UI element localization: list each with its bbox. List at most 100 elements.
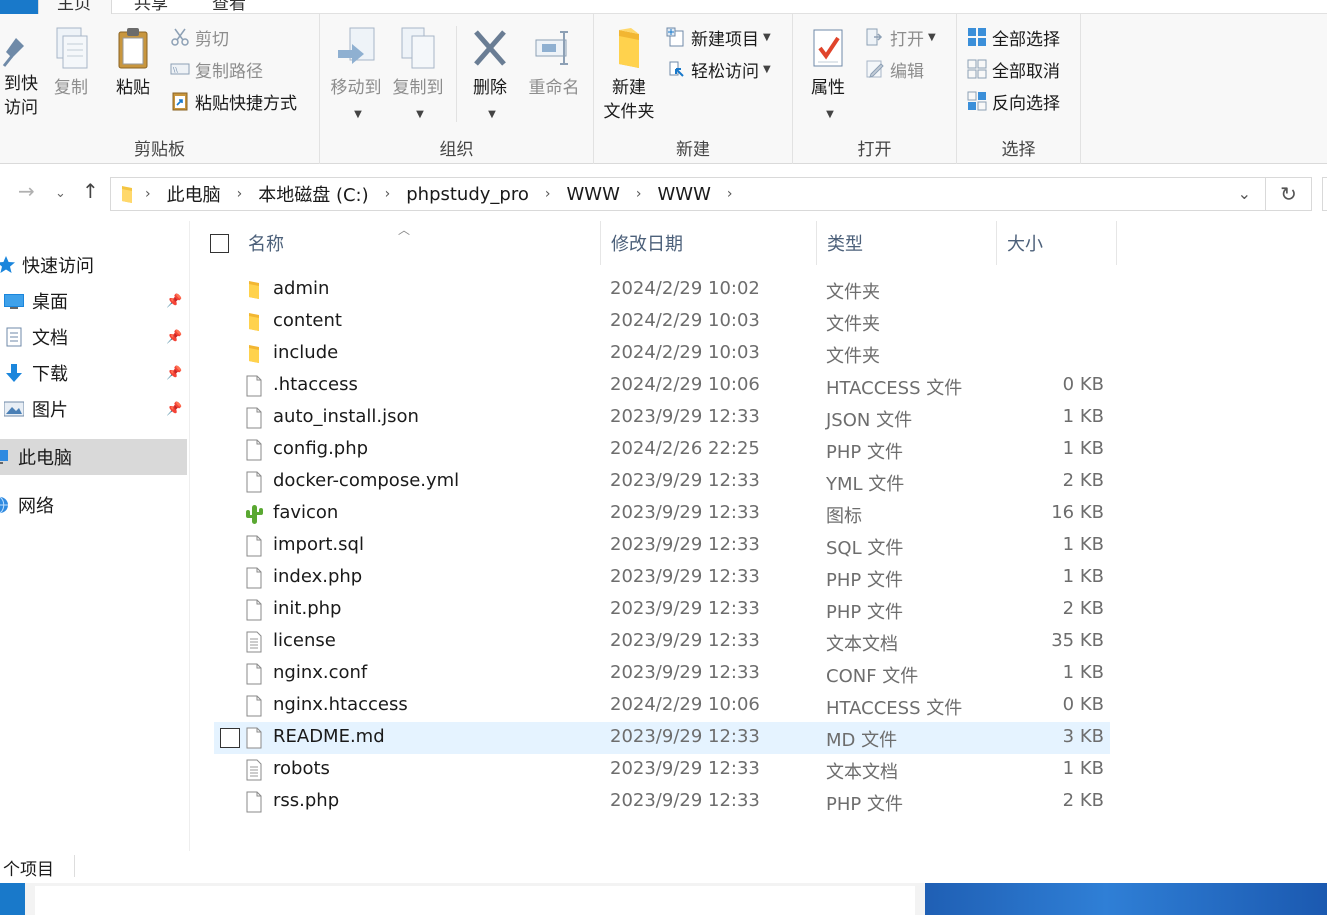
- recent-locations-chevron-icon[interactable]: ⌄: [55, 186, 66, 201]
- forward-arrow-icon[interactable]: →: [18, 179, 35, 203]
- pin-icon[interactable]: 📌: [166, 294, 182, 309]
- select-all-button[interactable]: 全部选择: [967, 24, 1060, 50]
- search-box[interactable]: [1322, 177, 1327, 211]
- address-bar[interactable]: › 此电脑 › 本地磁盘 (C:) › phpstudy_pro › WWW ›…: [110, 177, 1266, 211]
- column-type-label: 类型: [827, 234, 863, 255]
- paste-shortcut-button[interactable]: 粘贴快捷方式: [170, 88, 297, 114]
- delete-button[interactable]: 删除 ▼: [462, 26, 518, 127]
- nav-quick-access[interactable]: 快速访问: [0, 247, 187, 283]
- cut-button[interactable]: 剪切: [170, 24, 229, 50]
- properties-button[interactable]: 属性 ▼: [803, 26, 853, 127]
- column-header-date[interactable]: 修改日期: [601, 221, 817, 265]
- breadcrumb-this-pc[interactable]: 此电脑: [167, 181, 221, 207]
- breadcrumb-separator-icon[interactable]: ›: [145, 186, 151, 202]
- breadcrumb-phpstudy-pro[interactable]: phpstudy_pro: [406, 184, 529, 205]
- table-row[interactable]: .htaccess 2024/2/29 10:06 HTACCESS 文件 0 KB: [214, 370, 1110, 402]
- tab-file[interactable]: [0, 0, 38, 14]
- file-name-config-php[interactable]: config.php: [273, 438, 368, 459]
- table-row[interactable]: include 2024/2/29 10:03 文件夹: [214, 338, 1110, 370]
- file-name-admin[interactable]: admin: [273, 278, 329, 299]
- up-arrow-icon[interactable]: ↑: [82, 179, 99, 203]
- nav-desktop[interactable]: 桌面 📌: [0, 283, 187, 319]
- file-name-readme-md[interactable]: README.md: [273, 726, 385, 747]
- easy-access-button[interactable]: 轻松访问 ▼: [666, 56, 771, 82]
- file-name-nginx-htaccess[interactable]: nginx.htaccess: [273, 694, 408, 715]
- table-row[interactable]: README.md 2023/9/29 12:33 MD 文件 3 KB: [214, 722, 1110, 754]
- file-name-favicon[interactable]: favicon: [273, 502, 338, 523]
- table-row[interactable]: init.php 2023/9/29 12:33 PHP 文件 2 KB: [214, 594, 1110, 626]
- tab-view[interactable]: 查看: [212, 0, 246, 14]
- breadcrumb-separator-icon[interactable]: ›: [636, 186, 642, 202]
- pin-to-quick-access-button[interactable]: 到快 访问: [0, 32, 42, 120]
- tab-home[interactable]: 主页: [38, 0, 112, 15]
- pin-icon[interactable]: 📌: [166, 402, 182, 417]
- table-row[interactable]: auto_install.json 2023/9/29 12:33 JSON 文件 1…: [214, 402, 1110, 434]
- table-row[interactable]: index.php 2023/9/29 12:33 PHP 文件 1 KB: [214, 562, 1110, 594]
- invert-selection-button[interactable]: 反向选择: [967, 88, 1060, 114]
- table-row[interactable]: nginx.conf 2023/9/29 12:33 CONF 文件 1 KB: [214, 658, 1110, 690]
- new-item-label: 新建项目: [691, 29, 759, 50]
- table-row[interactable]: nginx.htaccess 2024/2/29 10:06 HTACCESS 文件…: [214, 690, 1110, 722]
- address-dropdown-chevron-icon[interactable]: ⌄: [1238, 184, 1251, 203]
- file-name-auto-install-json[interactable]: auto_install.json: [273, 406, 419, 427]
- open-button[interactable]: 打开 ▼: [865, 24, 936, 50]
- breadcrumb-separator-icon[interactable]: ›: [237, 186, 243, 202]
- refresh-button[interactable]: ↻: [1266, 177, 1312, 211]
- breadcrumb-separator-icon[interactable]: ›: [727, 186, 733, 202]
- file-name-htaccess[interactable]: .htaccess: [273, 374, 358, 395]
- breadcrumb-separator-icon[interactable]: ›: [385, 186, 391, 202]
- file-name-import-sql[interactable]: import.sql: [273, 534, 364, 555]
- nav-this-pc[interactable]: 此电脑: [0, 439, 187, 475]
- copy-path-button[interactable]: \\ 复制路径: [170, 56, 263, 82]
- table-row[interactable]: favicon 2023/9/29 12:33 图标 16 KB: [214, 498, 1110, 530]
- column-header-name[interactable]: 名称: [238, 221, 601, 265]
- paste-button[interactable]: 粘贴: [110, 26, 156, 100]
- breadcrumb-www[interactable]: WWW: [566, 184, 619, 205]
- file-date: 2023/9/29 12:33: [610, 502, 760, 523]
- breadcrumb-local-disk[interactable]: 本地磁盘 (C:): [258, 181, 368, 207]
- select-none-button[interactable]: 全部取消: [967, 56, 1060, 82]
- file-name-rss-php[interactable]: rss.php: [273, 790, 339, 811]
- table-row[interactable]: config.php 2024/2/26 22:25 PHP 文件 1 KB: [214, 434, 1110, 466]
- table-row[interactable]: content 2024/2/29 10:03 文件夹: [214, 306, 1110, 338]
- table-row[interactable]: rss.php 2023/9/29 12:33 PHP 文件 2 KB: [214, 786, 1110, 818]
- row-checkbox[interactable]: [220, 728, 240, 748]
- copy-button[interactable]: 复制: [48, 26, 94, 100]
- file-name-docker-compose-yml[interactable]: docker-compose.yml: [273, 470, 459, 491]
- file-name-robots[interactable]: robots: [273, 758, 330, 779]
- pin-icon[interactable]: 📌: [166, 330, 182, 345]
- rename-button[interactable]: 重命名: [522, 26, 586, 100]
- file-name-index-php[interactable]: index.php: [273, 566, 362, 587]
- nav-network[interactable]: 网络: [0, 487, 187, 523]
- table-row[interactable]: robots 2023/9/29 12:33 文本文档 1 KB: [214, 754, 1110, 786]
- new-item-button[interactable]: 新建项目 ▼: [666, 24, 771, 50]
- file-name-content[interactable]: content: [273, 310, 342, 331]
- file-name-init-php[interactable]: init.php: [273, 598, 341, 619]
- nav-pictures[interactable]: 图片 📌: [0, 391, 187, 427]
- file-name-nginx-conf[interactable]: nginx.conf: [273, 662, 367, 683]
- move-to-button[interactable]: 移动到 ▼: [326, 26, 386, 127]
- tab-share[interactable]: 共享: [134, 0, 168, 14]
- nav-downloads[interactable]: 下载 📌: [0, 355, 187, 391]
- edit-button[interactable]: 编辑: [865, 56, 924, 82]
- file-type: SQL 文件: [826, 538, 904, 559]
- table-row[interactable]: import.sql 2023/9/29 12:33 SQL 文件 1 KB: [214, 530, 1110, 562]
- column-header-type[interactable]: 类型: [817, 221, 997, 265]
- select-all-checkbox[interactable]: [210, 234, 229, 253]
- nav-documents[interactable]: 文档 📌: [0, 319, 187, 355]
- table-row[interactable]: docker-compose.yml 2023/9/29 12:33 YML 文件 2…: [214, 466, 1110, 498]
- column-header-size[interactable]: 大小: [997, 221, 1117, 265]
- breadcrumb-www-current[interactable]: WWW: [657, 184, 710, 205]
- copy-to-button[interactable]: 复制到 ▼: [388, 26, 448, 127]
- taskbar-start-edge[interactable]: [0, 883, 25, 915]
- pin-icon[interactable]: 📌: [166, 366, 182, 381]
- table-row[interactable]: admin 2024/2/29 10:02 文件夹: [214, 274, 1110, 306]
- organize-divider: [456, 26, 457, 122]
- text-file-icon: [244, 631, 264, 653]
- file-name-include[interactable]: include: [273, 342, 338, 363]
- new-folder-button[interactable]: 新建 文件夹: [600, 26, 658, 124]
- file-type: HTACCESS 文件: [826, 378, 963, 399]
- file-name-license[interactable]: license: [273, 630, 336, 651]
- table-row[interactable]: license 2023/9/29 12:33 文本文档 35 KB: [214, 626, 1110, 658]
- breadcrumb-separator-icon[interactable]: ›: [545, 186, 551, 202]
